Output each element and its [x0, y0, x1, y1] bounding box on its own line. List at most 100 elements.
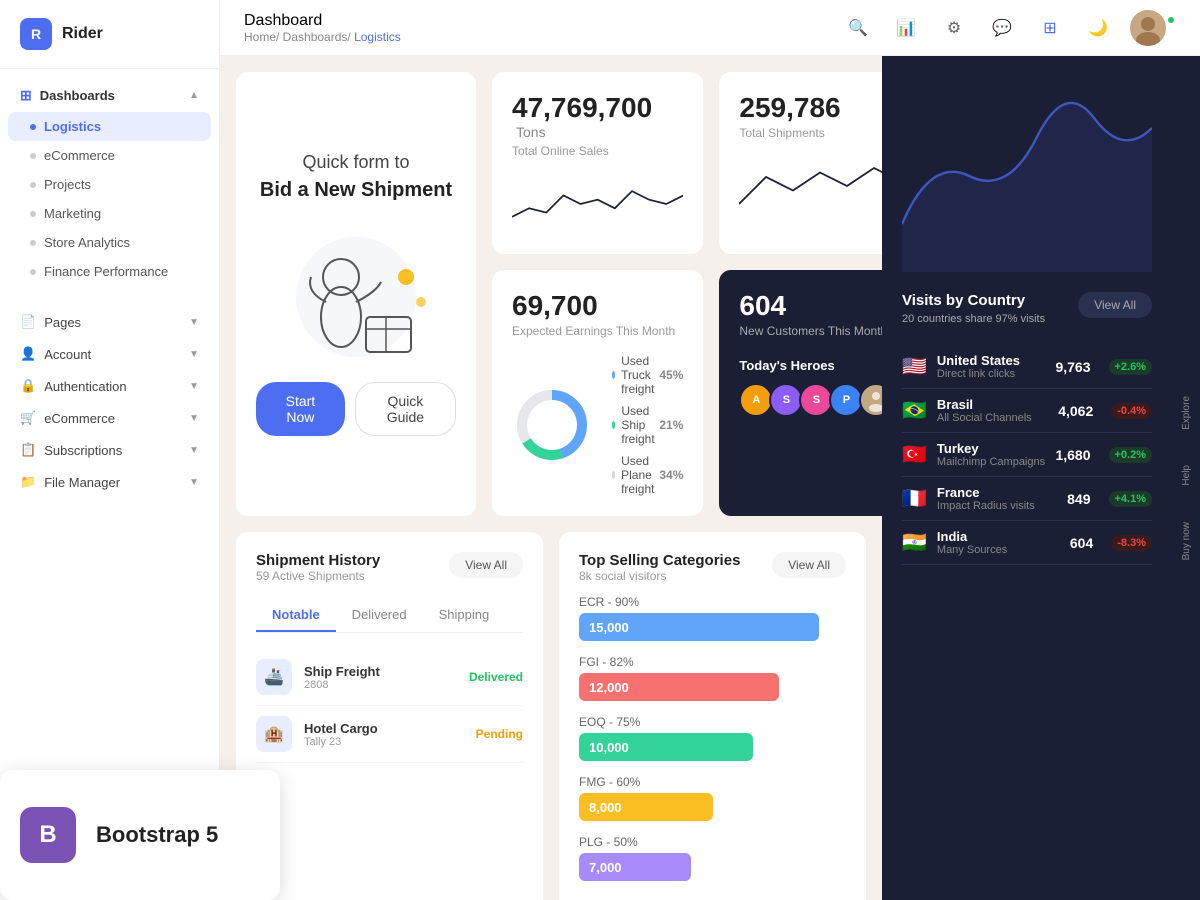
dot-ecommerce: [30, 153, 36, 159]
sidebar-item-marketing[interactable]: Marketing: [0, 199, 219, 228]
bar-eoq-label: EOQ - 75%: [579, 715, 846, 729]
filemanager-icon: 📁: [20, 474, 36, 490]
sidebar-item-ecommerce[interactable]: eCommerce: [0, 141, 219, 170]
ship-info-2: Hotel Cargo Tally 23: [304, 721, 464, 748]
ship-icon: 🚢: [256, 659, 292, 695]
account-chevron: ▼: [189, 349, 199, 360]
bar-plg-track: 7,000: [579, 853, 691, 881]
sidebar-item-projects[interactable]: Projects: [0, 170, 219, 199]
country-us: 🇺🇸 United States Direct link clicks 9,76…: [902, 345, 1152, 389]
shipment-view-all[interactable]: View All: [449, 552, 523, 578]
sidebar-group-account[interactable]: 👤 Account ▼: [0, 338, 219, 370]
pages-chevron: ▼: [189, 317, 199, 328]
hero-avatar-2: S: [769, 383, 803, 417]
freight-legend: Used Truck freight 45% Used Ship freight…: [612, 354, 683, 496]
header-left: Dashboard Home/ Dashboards/ Logistics: [244, 12, 401, 44]
countries-list: 🇺🇸 United States Direct link clicks 9,76…: [902, 345, 1152, 565]
hero-avatar-4: P: [829, 383, 863, 417]
promo-card: Quick form to Bid a New Shipment: [236, 72, 476, 516]
plane-dot: [612, 471, 615, 479]
shipment-tabs: Notable Delivered Shipping: [256, 599, 523, 633]
shipment-history-card: Shipment History 59 Active Shipments Vie…: [236, 532, 543, 900]
total-sales-label: Total Online Sales: [512, 144, 683, 158]
visits-subtitle: 20 countries share 97% visits: [902, 313, 1045, 325]
truck-pct: 45%: [659, 368, 683, 382]
ship-dot: [612, 421, 615, 429]
visits-section: Visits by Country 20 countries share 97%…: [902, 292, 1152, 565]
total-shipments-card: 259,786 Total Shipments: [719, 72, 882, 254]
bootstrap-text: Bootstrap 5: [96, 822, 218, 848]
sidebar-group-authentication[interactable]: 🔒 Authentication ▼: [0, 370, 219, 402]
country-sub-us: Direct link clicks: [937, 368, 1046, 380]
country-name-us: United States: [937, 353, 1046, 368]
earnings-value: 69,700: [512, 290, 598, 321]
edge-tabs: Explore Help Buy now: [1172, 56, 1200, 900]
bootstrap-icon: B: [20, 807, 76, 863]
header: Dashboard Home/ Dashboards/ Logistics 🔍 …: [220, 0, 1200, 56]
sidebar-item-store-analytics[interactable]: Store Analytics: [0, 228, 219, 257]
plane-pct: 34%: [659, 468, 683, 482]
subscriptions-label: Subscriptions: [44, 443, 122, 458]
tab-notable[interactable]: Notable: [256, 599, 336, 632]
avatar[interactable]: [1130, 10, 1166, 46]
sidebar-label-ecommerce: eCommerce: [44, 148, 115, 163]
bar-fgi-track: 12,000: [579, 673, 779, 701]
total-shipments-value: 259,786: [739, 92, 840, 123]
country-info-brasil: Brasil All Social Channels: [937, 397, 1048, 424]
country-sub-turkey: Mailchimp Campaigns: [937, 456, 1046, 468]
grid-icon[interactable]: ⊞: [1034, 12, 1066, 44]
total-shipments-label: Total Shipments: [739, 126, 882, 140]
shipments-sparkline: [739, 156, 882, 216]
promo-subtitle: Bid a New Shipment: [260, 179, 452, 202]
edge-help[interactable]: Help: [1179, 459, 1194, 492]
country-sub-brasil: All Social Channels: [937, 412, 1048, 424]
bar-eoq: EOQ - 75% 10,000: [579, 715, 846, 761]
sidebar-group-subscriptions[interactable]: 📋 Subscriptions ▼: [0, 434, 219, 466]
search-icon[interactable]: 🔍: [842, 12, 874, 44]
flag-india: 🇮🇳: [902, 530, 927, 555]
sidebar-group-ecommerce[interactable]: 🛒 eCommerce ▼: [0, 402, 219, 434]
selling-view-all[interactable]: View All: [772, 552, 846, 578]
tab-shipping[interactable]: Shipping: [423, 599, 506, 632]
edge-explore[interactable]: Explore: [1179, 390, 1194, 436]
logo-area[interactable]: R Rider: [0, 0, 219, 69]
ship-id-2: Tally 23: [304, 736, 464, 748]
selling-title-area: Top Selling Categories 8k social visitor…: [579, 552, 740, 583]
shipment-item-1: 🚢 Ship Freight 2808 Delivered: [256, 649, 523, 706]
country-turkey: 🇹🇷 Turkey Mailchimp Campaigns 1,680 +0.2…: [902, 433, 1152, 477]
theme-icon[interactable]: 🌙: [1082, 12, 1114, 44]
online-indicator: [1166, 15, 1176, 25]
auth-chevron: ▼: [189, 381, 199, 392]
edge-buy-now[interactable]: Buy now: [1179, 516, 1194, 566]
sidebar-item-finance-performance[interactable]: Finance Performance: [0, 257, 219, 286]
hero-avatar-3: S: [799, 383, 833, 417]
account-icon: 👤: [20, 346, 36, 362]
ship-name-2: Hotel Cargo: [304, 721, 464, 736]
breadcrumb-current: Logistics: [354, 30, 401, 44]
total-shipments-value-row: 259,786: [739, 92, 882, 124]
chat-icon[interactable]: 💬: [986, 12, 1018, 44]
visits-view-all[interactable]: View All: [1078, 292, 1152, 318]
country-change-france: +4.1%: [1109, 491, 1153, 507]
sidebar-item-logistics[interactable]: Logistics: [8, 112, 211, 141]
bar-fmg-track: 8,000: [579, 793, 713, 821]
main-content: Dashboard Home/ Dashboards/ Logistics 🔍 …: [220, 0, 1200, 900]
truck-label: Used Truck freight: [621, 354, 659, 396]
bar-fmg: FMG - 60% 8,000: [579, 775, 846, 821]
shipment-title-area: Shipment History 59 Active Shipments: [256, 552, 380, 583]
sidebar-group-dashboards[interactable]: ⊞ Dashboards ▲: [0, 79, 219, 112]
tab-delivered[interactable]: Delivered: [336, 599, 423, 632]
sidebar-group-pages[interactable]: 📄 Pages ▼: [0, 306, 219, 338]
start-now-button[interactable]: Start Now: [256, 382, 345, 436]
quick-guide-button[interactable]: Quick Guide: [355, 382, 456, 436]
sidebar-group-filemanager[interactable]: 📁 File Manager ▼: [0, 466, 219, 498]
total-sales-unit: Tons: [516, 124, 546, 140]
sales-sparkline: [512, 174, 683, 234]
breadcrumb: Home/ Dashboards/ Logistics: [244, 30, 401, 44]
bar-ecr-value: 15,000: [589, 620, 629, 635]
chart-icon[interactable]: 📊: [890, 12, 922, 44]
country-brasil: 🇧🇷 Brasil All Social Channels 4,062 -0.4…: [902, 389, 1152, 433]
promo-title: Quick form to: [302, 152, 409, 173]
visits-header: Visits by Country 20 countries share 97%…: [902, 292, 1152, 341]
settings-icon[interactable]: ⚙: [938, 12, 970, 44]
